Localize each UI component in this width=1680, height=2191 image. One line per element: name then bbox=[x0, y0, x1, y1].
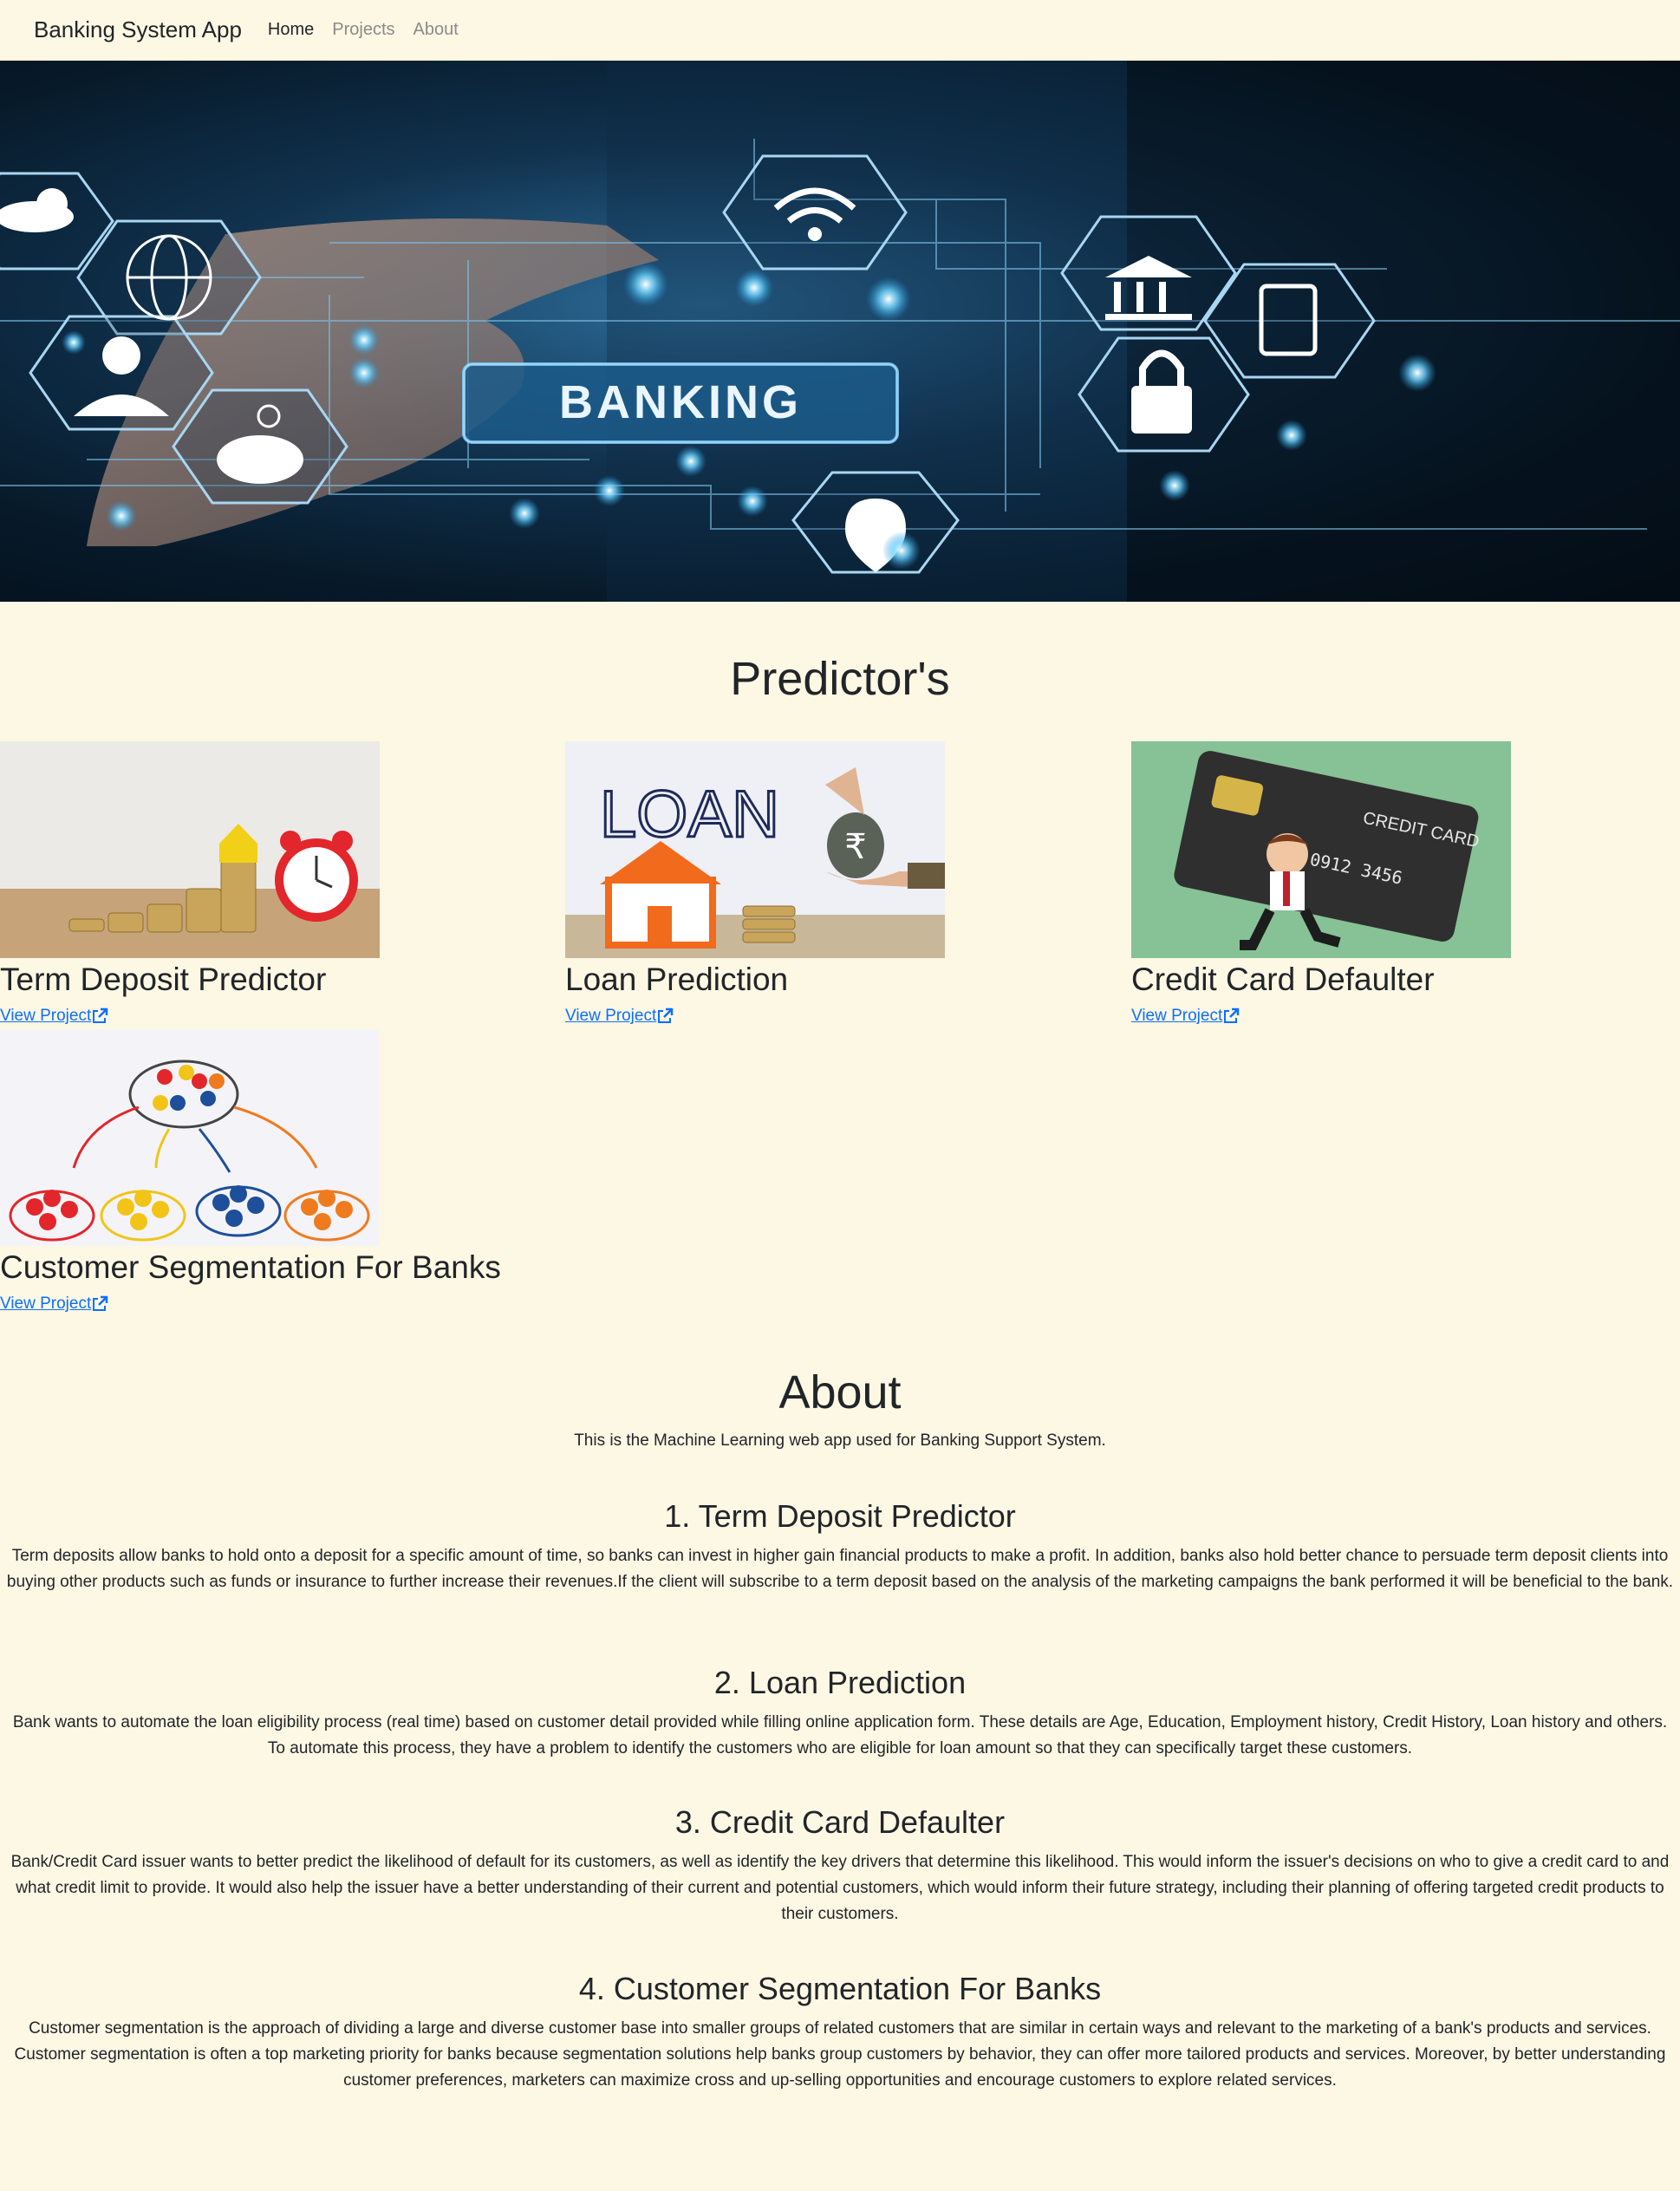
card-loan-prediction: LOAN ₹ Loan Prediction View Project bbox=[565, 741, 945, 1026]
term-deposit-image bbox=[0, 741, 380, 958]
view-project-link[interactable]: View Project bbox=[565, 1007, 674, 1026]
topic-heading: 2. Loan Prediction bbox=[713, 1665, 967, 1700]
about-section: About This is the Machine Learning web a… bbox=[0, 1366, 1680, 1451]
loan-image-text: LOAN bbox=[600, 778, 779, 851]
external-link-icon bbox=[658, 1007, 674, 1023]
topic-credit-card-defaulter: 3. Credit Card Defaulter Bank/Credit Car… bbox=[0, 1804, 1680, 1927]
topic-loan-prediction: 2. Loan Prediction Bank wants to automat… bbox=[0, 1665, 1680, 1762]
loan-image: LOAN ₹ bbox=[565, 741, 945, 958]
predictors-title: Predictor's bbox=[730, 653, 950, 705]
nav-link-about[interactable]: About bbox=[413, 20, 459, 40]
credit-card-image: CREDIT CARD 0912 3456 bbox=[1131, 741, 1511, 958]
hero-banner: BANKING bbox=[0, 61, 1680, 602]
hero-illustration: BANKING bbox=[0, 61, 1680, 602]
card-term-deposit: Term Deposit Predictor View Project bbox=[0, 741, 380, 1026]
card-title: Credit Card Defaulter bbox=[1131, 962, 1435, 997]
view-project-label: View Project bbox=[0, 1007, 92, 1025]
about-title: About bbox=[778, 1366, 902, 1418]
hero-banner-text: BANKING bbox=[559, 376, 802, 428]
brand-logo[interactable]: Banking System App bbox=[34, 16, 242, 43]
topic-text: Customer segmentation is the approach of… bbox=[14, 2019, 1666, 2090]
nav-link-projects[interactable]: Projects bbox=[332, 20, 394, 40]
card-title: Loan Prediction bbox=[565, 962, 789, 997]
view-project-label: View Project bbox=[0, 1294, 92, 1313]
topic-heading: 4. Customer Segmentation For Banks bbox=[578, 1971, 1102, 2006]
about-subtitle: This is the Machine Learning web app use… bbox=[574, 1431, 1106, 1450]
view-project-link[interactable]: View Project bbox=[0, 1007, 108, 1026]
topic-customer-segmentation: 4. Customer Segmentation For Banks Custo… bbox=[0, 1971, 1680, 2094]
view-project-label: View Project bbox=[1131, 1007, 1223, 1025]
view-project-link[interactable]: View Project bbox=[0, 1294, 108, 1314]
card-credit-card-defaulter: CREDIT CARD 0912 3456 Credit Card Defaul… bbox=[1131, 741, 1511, 1026]
topic-heading: 3. Credit Card Defaulter bbox=[674, 1804, 1006, 1840]
nav-link-home[interactable]: Home bbox=[268, 20, 314, 40]
external-link-icon bbox=[1224, 1007, 1240, 1023]
card-title: Term Deposit Predictor bbox=[0, 962, 327, 997]
view-project-link[interactable]: View Project bbox=[1131, 1007, 1240, 1026]
topic-text: Bank/Credit Card issuer wants to better … bbox=[10, 1853, 1670, 1923]
svg-text:₹: ₹ bbox=[844, 827, 866, 867]
navbar: Banking System App Home Projects About bbox=[0, 0, 1680, 61]
card-title: Customer Segmentation For Banks bbox=[0, 1249, 501, 1285]
external-link-icon bbox=[93, 1007, 108, 1023]
segmentation-image bbox=[0, 1029, 380, 1246]
topic-term-deposit: 1. Term Deposit Predictor Term deposits … bbox=[0, 1498, 1680, 1595]
topic-text: Term deposits allow banks to hold onto a… bbox=[6, 1547, 1674, 1591]
topic-text: Bank wants to automate the loan eligibil… bbox=[12, 1713, 1668, 1757]
topic-heading: 1. Term Deposit Predictor bbox=[664, 1498, 1016, 1534]
external-link-icon bbox=[93, 1295, 108, 1311]
card-customer-segmentation: Customer Segmentation For Banks View Pro… bbox=[0, 1029, 501, 1314]
view-project-label: View Project bbox=[565, 1007, 657, 1025]
